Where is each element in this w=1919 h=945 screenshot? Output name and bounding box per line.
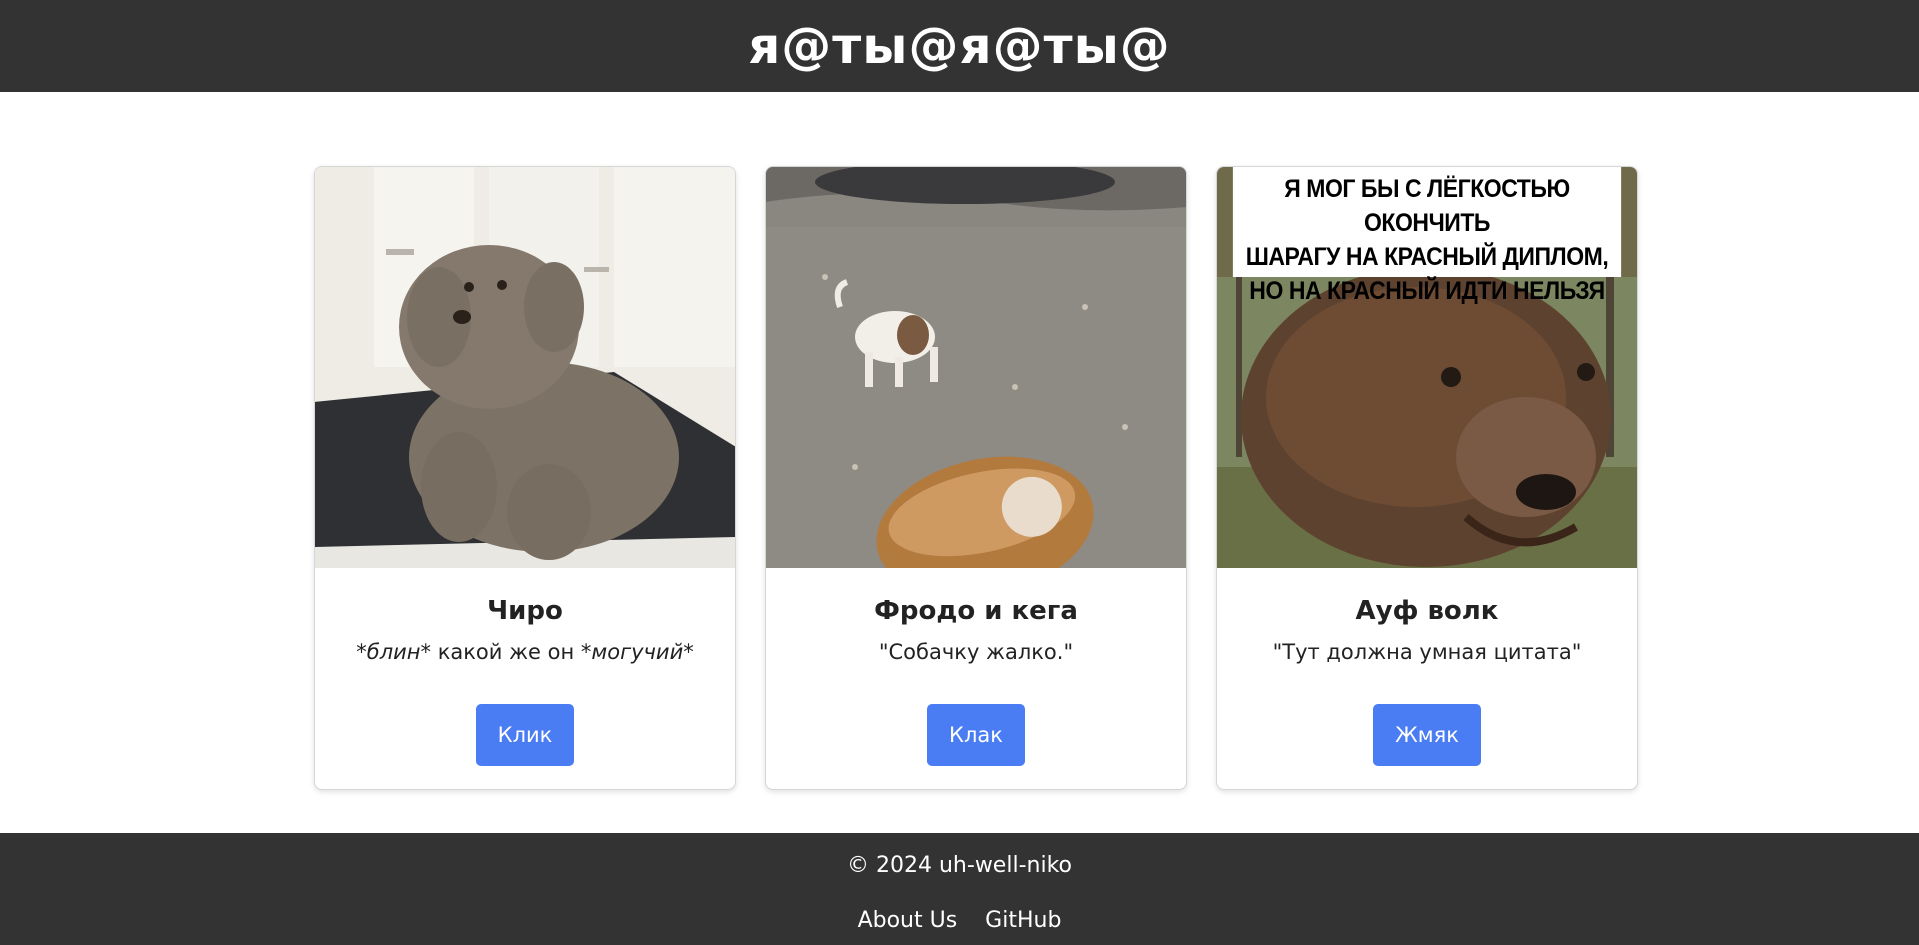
- meme-caption-line: Я МОГ БЫ С ЛЁГКОСТЬЮ ОКОНЧИТЬ: [1284, 175, 1570, 237]
- card-image-wolf: Я МОГ БЫ С ЛЁГКОСТЬЮ ОКОНЧИТЬ ШАРАГУ НА …: [1217, 167, 1637, 568]
- copyright-text: © 2024 uh-well-niko: [847, 853, 1072, 878]
- meme-caption: Я МОГ БЫ С ЛЁГКОСТЬЮ ОКОНЧИТЬ ШАРАГУ НА …: [1232, 167, 1622, 305]
- card-chiro: Чиро *блин* какой же он *могучий* Клик: [314, 166, 736, 790]
- meme-caption-line: ШАРАГУ НА КРАСНЫЙ ДИПЛОМ,: [1245, 243, 1609, 271]
- about-us-link[interactable]: About Us: [858, 907, 958, 935]
- click-button[interactable]: Клик: [475, 704, 575, 766]
- fluffy-dog-image: [315, 167, 735, 568]
- card-text: "Тут должна умная цитата": [1272, 640, 1582, 664]
- card-text-plain: какой же он: [431, 640, 581, 664]
- card-text: "Собачку жалко.": [878, 640, 1074, 664]
- card-title: Ауф волк: [1355, 596, 1499, 626]
- dog-keg-image: [766, 167, 1186, 568]
- card-title: Фродо и кега: [874, 596, 1078, 626]
- card-wolf: Я МОГ БЫ С ЛЁГКОСТЬЮ ОКОНЧИТЬ ШАРАГУ НА …: [1216, 166, 1638, 790]
- site-footer: © 2024 uh-well-niko About Us GitHub: [0, 833, 1919, 945]
- card-text-italic: *блин*: [356, 640, 432, 664]
- meme-caption-line: НО НА КРАСНЫЙ ИДТИ НЕЛЬЗЯ: [1249, 277, 1605, 305]
- card-title: Чиро: [487, 596, 563, 626]
- card-image-chiro: [315, 167, 735, 568]
- footer-nav: About Us GitHub: [0, 907, 1919, 935]
- poke-button[interactable]: Жмяк: [1373, 704, 1481, 766]
- card-grid: Чиро *блин* какой же он *могучий* Клик Ф…: [314, 166, 1638, 790]
- site-title: я@ты@я@ты@: [748, 17, 1171, 75]
- site-header: я@ты@я@ты@: [0, 0, 1919, 92]
- clack-button[interactable]: Клак: [927, 704, 1025, 766]
- card-frodo: Фродо и кега "Собачку жалко." Клак: [765, 166, 1187, 790]
- card-text: *блин* какой же он *могучий*: [356, 638, 693, 666]
- card-image-frodo: [766, 167, 1186, 568]
- card-text-italic: *могучий*: [580, 640, 694, 664]
- github-link[interactable]: GitHub: [985, 907, 1061, 935]
